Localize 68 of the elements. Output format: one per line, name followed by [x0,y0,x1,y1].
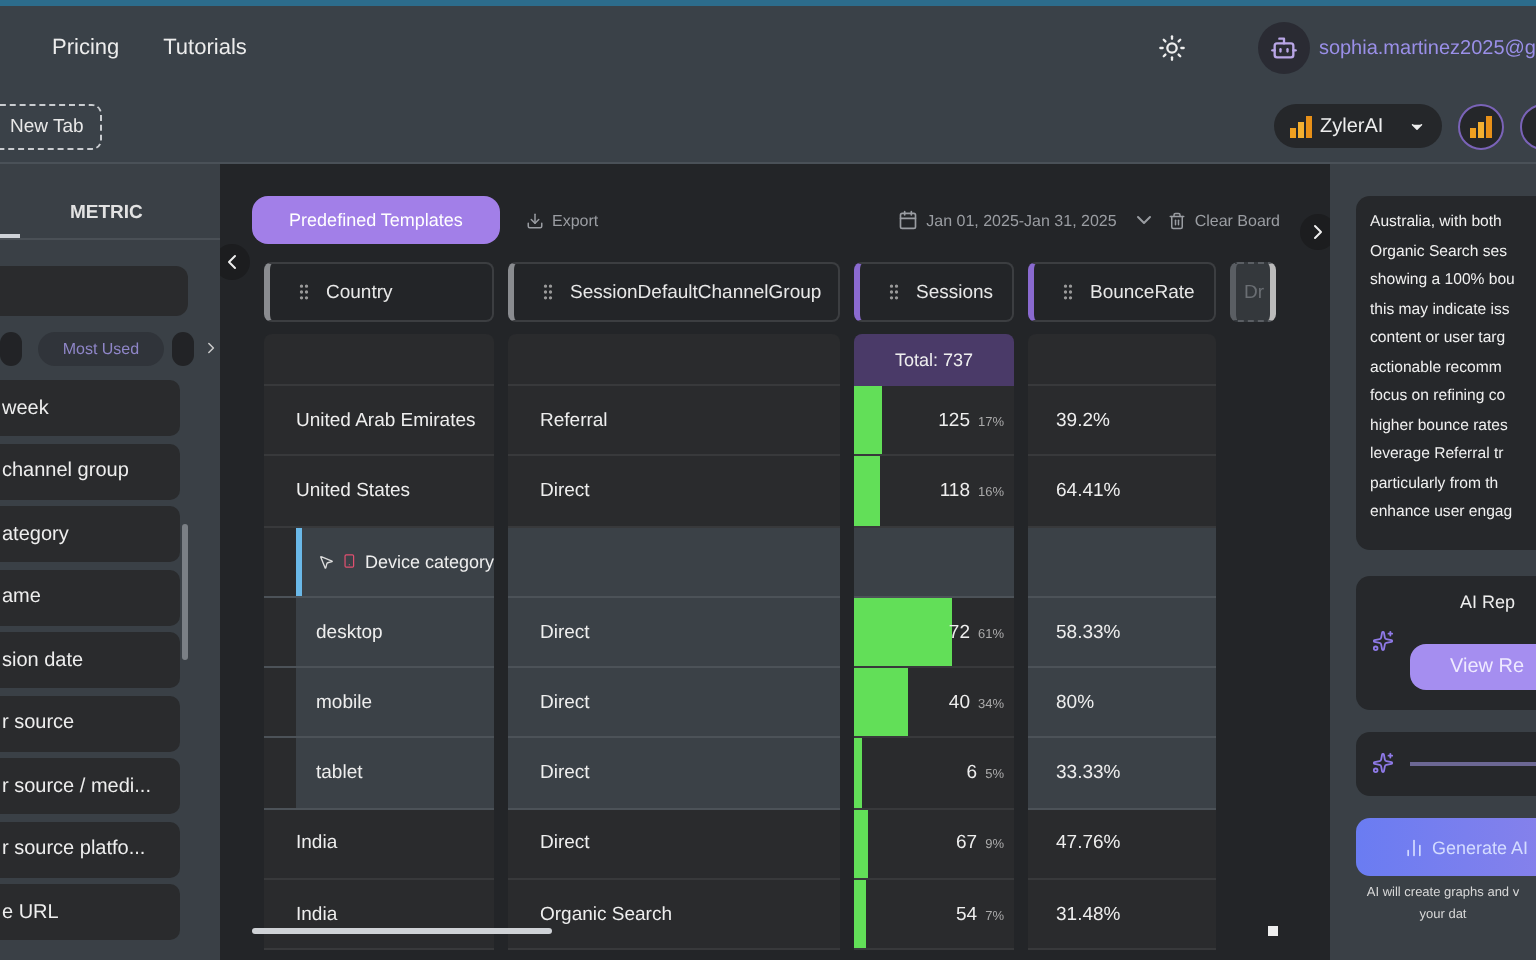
sparkle-icon [1372,630,1394,652]
nav-link[interactable]: Pricing [52,36,120,60]
drag-handle-icon[interactable] [884,282,904,302]
table-cell: 39.2% [1028,386,1216,457]
trash-icon [1168,211,1187,229]
table-cell: 47.76% [1028,809,1216,881]
table-cell: desktop [296,597,494,667]
sparkle-icon [1372,752,1394,774]
dimension-item[interactable]: week [0,380,180,436]
table-cell: 64.41% [1028,456,1216,528]
dimension-item[interactable]: r source [0,695,180,751]
dimension-item[interactable]: e URL [0,884,180,940]
table-cell: India [264,809,494,881]
dimension-item[interactable]: r source platfo... [0,821,180,877]
table-cell: Direct [508,456,840,528]
table-cell: India [264,880,494,951]
dimension-item[interactable]: ategory [0,506,180,562]
table-cell: Organic Search [508,880,840,951]
user-email: sophia.martinez2025@g [1318,37,1536,59]
table-cell: tablet [296,738,494,808]
table-cell: Direct [508,597,840,669]
analytics-button[interactable] [1458,103,1504,149]
filter-chip[interactable]: Most Used [37,331,164,365]
drag-handle-icon[interactable] [1058,282,1078,302]
clear-board-button[interactable]: Clear Board [1168,211,1280,229]
calendar-icon [898,210,919,230]
dimension-item[interactable]: ame [0,569,180,625]
dimension-item[interactable]: channel group [0,443,180,499]
bar-chart-icon [1290,115,1312,137]
table-cell: mobile [296,668,494,737]
table-cell: 80% [1028,668,1216,739]
table-cell: Direct [508,738,840,810]
dimension-item[interactable]: sion date [0,632,180,688]
drag-handle-icon[interactable] [538,282,558,302]
table-cell: United States [264,456,494,528]
search-field[interactable] [0,266,188,316]
bar-chart-icon [1470,115,1492,137]
table-cell: 58.33% [1028,597,1216,669]
theme-toggle-icon[interactable] [1158,34,1187,62]
column-header[interactable]: BounceRate [1028,262,1216,322]
table-cell: United Arab Emirates [264,386,494,457]
table-cell: Referral [508,386,840,457]
column-header[interactable]: Sessions [854,262,1014,322]
table-cell: 33.33% [1028,738,1216,810]
resize-handle[interactable] [1268,926,1278,936]
drag-handle-icon[interactable] [294,282,314,302]
nav-link[interactable]: Tutorials [163,36,247,60]
table-cell: Direct [508,809,840,881]
total-cell: Total: 737 [854,334,1014,386]
column-header[interactable]: Country [264,262,494,322]
group-row-label[interactable]: Device category [296,527,494,596]
collapse-left-button[interactable] [220,244,250,280]
date-range[interactable]: Jan 01, 2025-Jan 31, 2025 [926,211,1117,229]
panel-tab[interactable]: METRIC [70,202,143,238]
table-cell: 31.48% [1028,880,1216,951]
user-avatar[interactable] [1258,22,1311,74]
table-cell: Direct [508,668,840,739]
download-icon [526,211,544,229]
device-icon [342,552,357,571]
collapse-right-button[interactable] [1300,214,1330,250]
chart-icon [1404,837,1424,857]
column-header[interactable]: SessionDefaultChannelGroup [508,262,840,322]
account-dropdown[interactable]: ZylerAI [1274,104,1442,148]
export-button[interactable]: Export [526,211,599,229]
new-tab-button[interactable]: New Tab [0,103,102,149]
cursor-icon [318,551,335,572]
dimension-item[interactable]: r source / medi... [0,758,180,814]
report-title: AI Rep [1460,592,1518,612]
